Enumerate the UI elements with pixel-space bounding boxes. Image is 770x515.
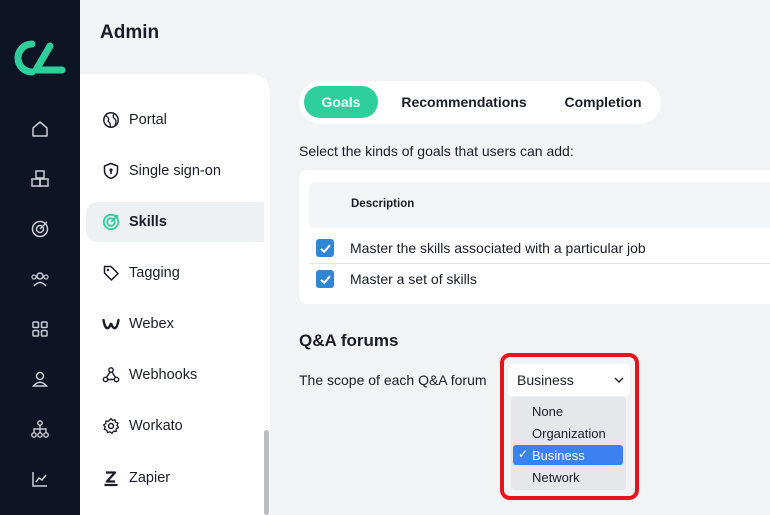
scope-select-value: Business	[517, 372, 574, 388]
sidebar-item-webex[interactable]: Webex	[86, 304, 264, 344]
check-icon	[319, 275, 331, 284]
apps-icon[interactable]	[28, 317, 52, 341]
sidebar-item-tagging[interactable]: Tagging	[86, 253, 264, 293]
scope-dropdown: None Organization ✓ Business Network	[511, 397, 626, 490]
option-network[interactable]: Network	[513, 467, 623, 487]
home-icon[interactable]	[28, 117, 52, 141]
goal-label: Master the skills associated with a part…	[350, 240, 646, 256]
option-none[interactable]: None	[513, 401, 623, 421]
sidebar-item-label: Single sign-on	[129, 163, 221, 179]
option-organization[interactable]: Organization	[513, 423, 623, 443]
scope-label: The scope of each Q&A forum	[299, 372, 487, 388]
chevron-down-icon	[614, 377, 624, 383]
tab-goals[interactable]: Goals	[304, 86, 378, 118]
sidebar-item-label: Skills	[129, 214, 167, 230]
sidebar-item-single-sign-on[interactable]: Single sign-on	[86, 151, 264, 191]
sidebar-item-workato[interactable]: Workato	[86, 406, 264, 446]
option-label: Business	[532, 447, 585, 463]
globe-icon	[102, 111, 120, 129]
users-icon[interactable]	[28, 267, 52, 291]
scope-select[interactable]: Business	[508, 364, 630, 396]
analytics-icon[interactable]	[28, 467, 52, 491]
sidebar-item-label: Workato	[129, 418, 183, 434]
sidebar-item-label: Portal	[129, 112, 167, 128]
settings-tabs: Goals Recommendations Completion	[299, 81, 661, 124]
org-chart-icon[interactable]	[28, 417, 52, 441]
sidebar-item-label: Webhooks	[129, 367, 198, 383]
table-header: Description	[309, 182, 770, 228]
tag-icon	[102, 264, 120, 282]
sidebar-item-label: Zapier	[129, 470, 171, 486]
tab-completion[interactable]: Completion	[551, 86, 655, 118]
target-icon	[102, 213, 120, 231]
goals-table: Description Master the skills associated…	[299, 170, 770, 304]
tab-recommendations[interactable]: Recommendations	[389, 86, 539, 118]
goals-icon[interactable]	[28, 217, 52, 241]
zapier-icon	[102, 469, 120, 487]
profile-icon[interactable]	[28, 367, 52, 391]
option-business[interactable]: ✓ Business	[513, 445, 623, 465]
sidebar-item-skills[interactable]: Skills	[86, 202, 264, 242]
selected-check-icon: ✓	[518, 447, 529, 461]
sidebar-item-label: Tagging	[129, 265, 180, 281]
webhooks-icon	[102, 366, 120, 384]
qa-section-title: Q&A forums	[299, 331, 399, 350]
table-row: Master the skills associated with a part…	[309, 233, 770, 263]
content-icon[interactable]	[28, 167, 52, 191]
goal-checkbox[interactable]	[316, 270, 334, 288]
sidebar-item-webhooks[interactable]: Webhooks	[86, 355, 264, 395]
sidebar-item-label: Webex	[129, 316, 174, 332]
goal-checkbox[interactable]	[316, 239, 334, 257]
sidebar-item-zapier[interactable]: Zapier	[86, 458, 264, 498]
goals-prompt: Select the kinds of goals that users can…	[299, 143, 574, 159]
goal-label: Master a set of skills	[350, 271, 477, 287]
left-rail	[0, 0, 80, 515]
sidebar-item-portal[interactable]: Portal	[86, 100, 264, 140]
gear-icon	[102, 417, 120, 435]
column-header-description: Description	[351, 198, 415, 210]
webex-icon	[102, 315, 120, 333]
shield-lock-icon	[102, 162, 120, 180]
sidebar-scrollbar[interactable]	[264, 430, 269, 515]
table-row: Master a set of skills	[309, 264, 770, 294]
settings-sidebar: Portal Single sign-on Skills Tagging Web…	[80, 74, 270, 515]
check-icon	[319, 244, 331, 253]
page-title: Admin	[100, 22, 160, 43]
logo[interactable]	[14, 40, 66, 76]
